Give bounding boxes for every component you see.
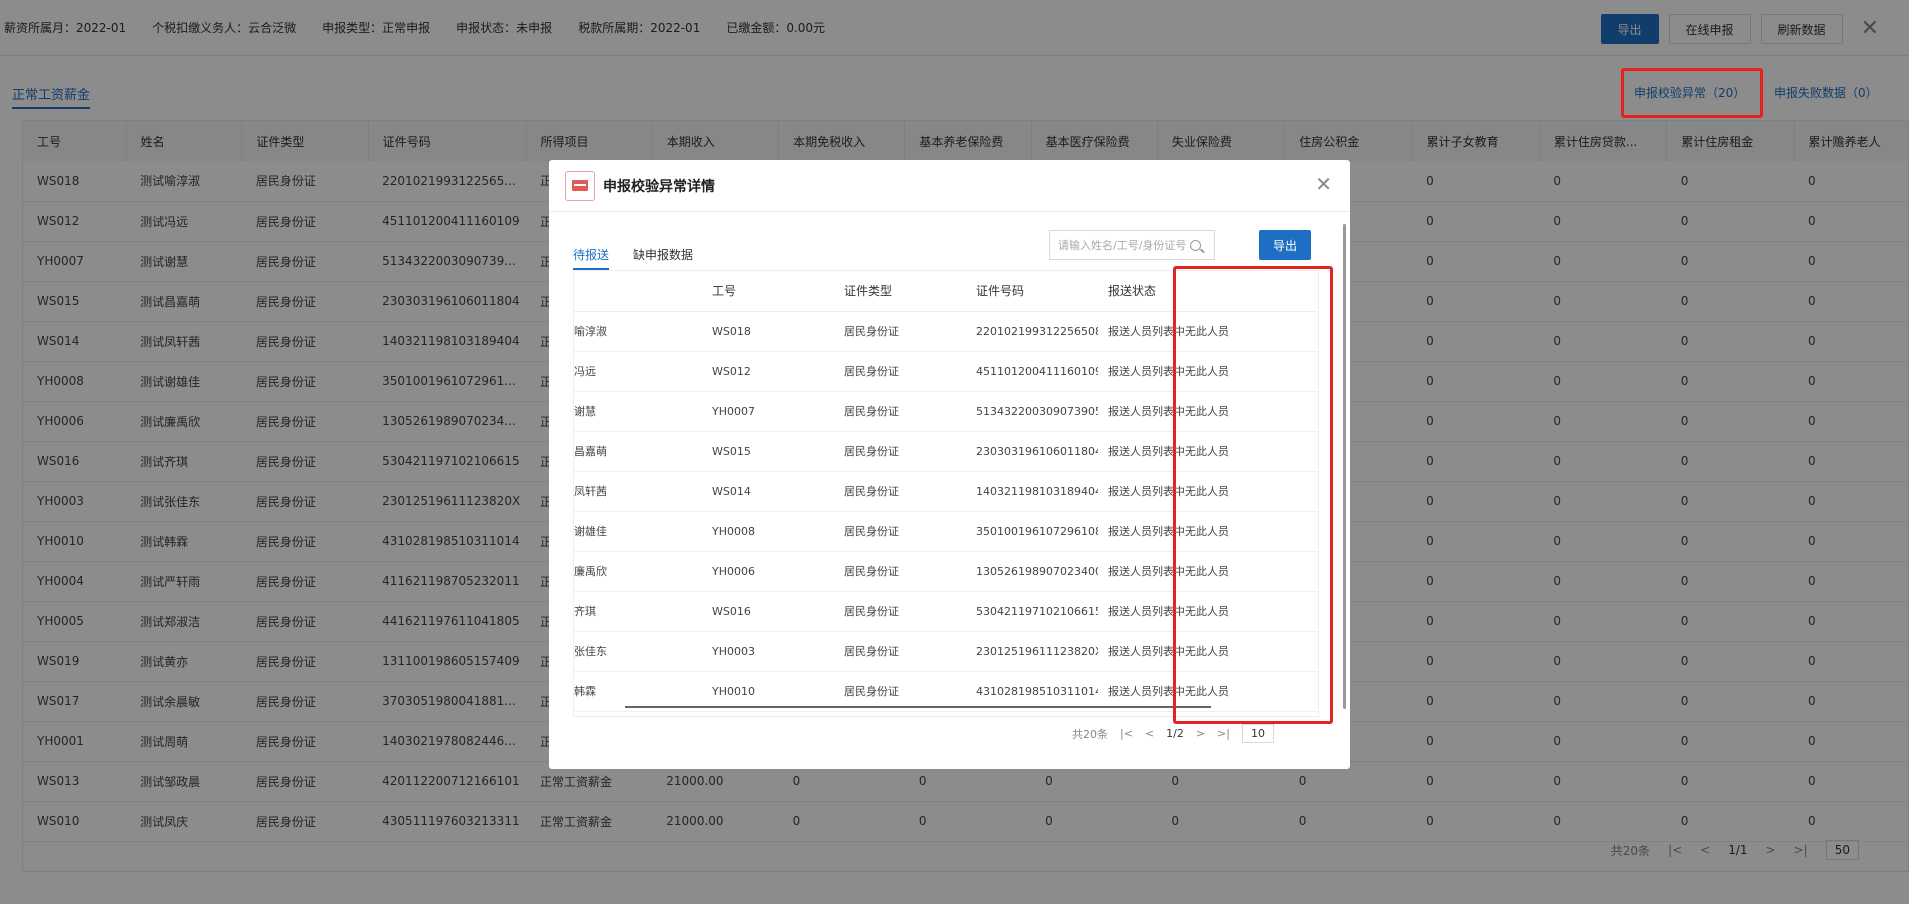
- modal-table-cell: 廉禹欣: [574, 551, 702, 592]
- modal-table-cell: WS012: [702, 351, 834, 392]
- modal-table-cell: 居民身份证: [834, 631, 966, 672]
- modal-table-cell: YH0010: [702, 671, 834, 712]
- tab-missing-data[interactable]: 缺申报数据: [633, 246, 693, 270]
- modal-table-cell: 居民身份证: [834, 591, 966, 632]
- modal-header: 申报校验异常详情 ✕: [549, 160, 1350, 212]
- modal-table-cell: 140321198103189404: [966, 471, 1098, 512]
- modal-table-cell: YH0003: [702, 631, 834, 672]
- modal-table-cell: WS015: [702, 431, 834, 472]
- modal-next-page-icon[interactable]: >: [1196, 727, 1205, 740]
- horizontal-scrollbar[interactable]: [625, 706, 1211, 708]
- modal-prev-page-icon[interactable]: <: [1145, 727, 1154, 740]
- modal-table-cell: 张佳东: [574, 631, 702, 672]
- modal-table-cell: 513432200309073905: [966, 391, 1098, 432]
- modal-export-button[interactable]: 导出: [1259, 230, 1312, 260]
- search-box: [1049, 230, 1215, 260]
- modal-table-cell: 韩霖: [574, 671, 702, 712]
- highlight-frame-abnormal-tab: [1621, 68, 1763, 118]
- modal-table-cell: 谢慧: [574, 391, 702, 432]
- modal-table-cell: 350100196107296108: [966, 511, 1098, 552]
- modal-table-cell: 451101200411160109: [966, 351, 1098, 392]
- modal-table-cell: YH0006: [702, 551, 834, 592]
- modal-table-cell: 230303196106011804: [966, 431, 1098, 472]
- modal-first-page-icon[interactable]: |<: [1120, 727, 1133, 740]
- modal-table-cell: 齐琪: [574, 591, 702, 632]
- modal-table-cell: 居民身份证: [834, 311, 966, 352]
- modal-table-cell: 居民身份证: [834, 671, 966, 712]
- modal-pager-total: 共20条: [1072, 727, 1108, 741]
- modal-page-size-select[interactable]: 10: [1242, 724, 1275, 743]
- modal-table-cell: WS016: [702, 591, 834, 632]
- modal-table-cell: 居民身份证: [834, 551, 966, 592]
- modal-table-cell: 喻淳淑: [574, 311, 702, 352]
- modal-table-cell: 居民身份证: [834, 471, 966, 512]
- search-icon[interactable]: [1190, 239, 1201, 251]
- card-icon: [565, 170, 595, 201]
- modal-table-cell: 冯远: [574, 351, 702, 392]
- modal-close-icon[interactable]: ✕: [1315, 174, 1332, 194]
- modal-table-cell: 居民身份证: [834, 351, 966, 392]
- modal-table-cell: WS014: [702, 471, 834, 512]
- modal-table-col-2: 证件类型: [834, 271, 966, 312]
- tab-pending-submit[interactable]: 待报送: [573, 246, 610, 270]
- modal-table-cell: YH0007: [702, 391, 834, 432]
- modal-table-cell: 431028198510311014: [966, 671, 1098, 712]
- modal-table-cell: WS018: [702, 311, 834, 352]
- modal-title: 申报校验异常详情: [603, 178, 715, 195]
- modal-table-cell: 130526198907023400: [966, 551, 1098, 592]
- modal-table-cell: 居民身份证: [834, 431, 966, 472]
- modal-table-cell: YH0008: [702, 511, 834, 552]
- modal-pagination: 共20条 |< < 1/2 > >| 10: [1072, 724, 1275, 743]
- modal-table-cell: 居民身份证: [834, 511, 966, 552]
- modal-pager-current: 1/2: [1166, 727, 1184, 740]
- modal-table-cell: 530421197102106615: [966, 591, 1098, 632]
- modal-tabs: 待报送 缺申报数据: [573, 246, 693, 270]
- modal-table-cell: 居民身份证: [834, 391, 966, 432]
- highlight-frame-status-column: [1173, 266, 1333, 724]
- modal-table-cell: 谢雄佳: [574, 511, 702, 552]
- modal-table-cell: 凤轩茜: [574, 471, 702, 512]
- modal-table-cell: 昌嘉萌: [574, 431, 702, 472]
- modal-table-col-3: 证件号码: [966, 271, 1098, 312]
- vertical-scrollbar[interactable]: [1343, 224, 1346, 709]
- modal-last-page-icon[interactable]: >|: [1217, 727, 1230, 740]
- modal-table-cell: 220102199312256508: [966, 311, 1098, 352]
- search-input[interactable]: [1058, 238, 1186, 252]
- modal-table-col-1: 工号: [702, 271, 834, 312]
- modal-table-col-0: [574, 271, 702, 312]
- modal-table-cell: 23012519611123820X: [966, 631, 1098, 672]
